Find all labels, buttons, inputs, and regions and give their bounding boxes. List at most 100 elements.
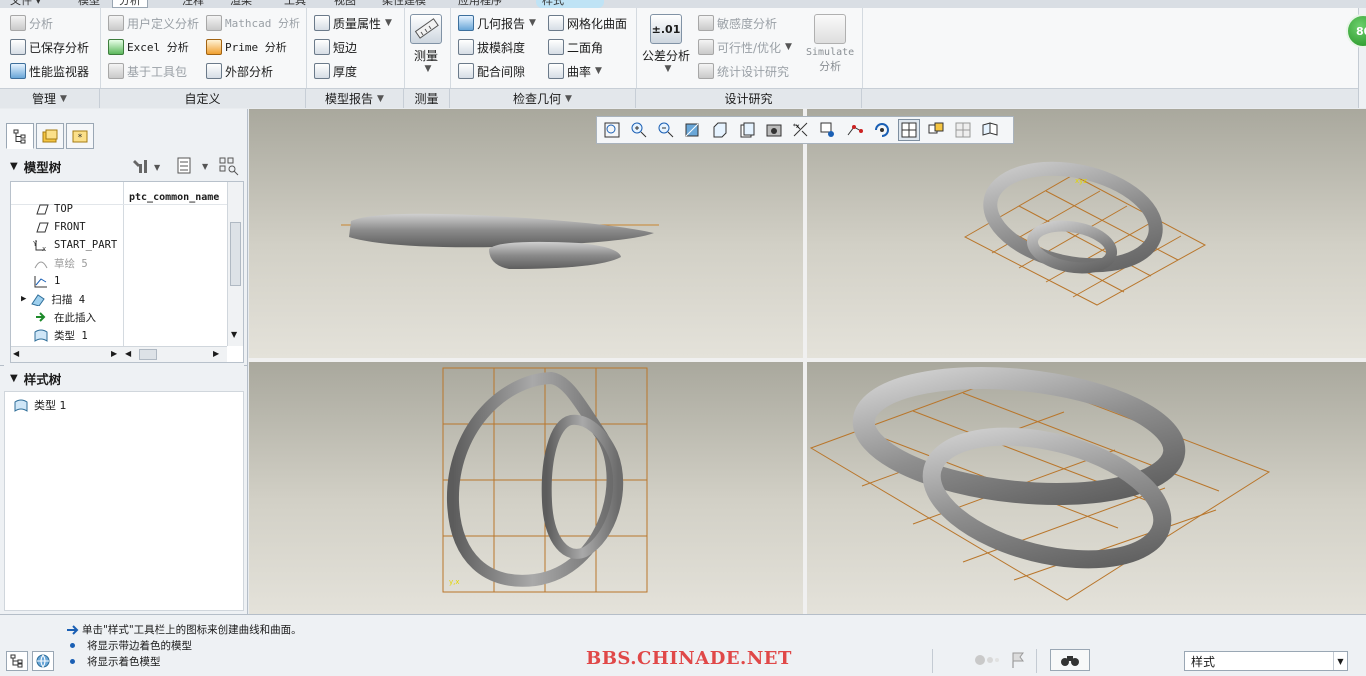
draft-icon <box>458 39 474 55</box>
single-view-icon[interactable] <box>925 119 947 141</box>
external-analysis-button[interactable]: 外部分析 <box>206 60 273 82</box>
tab-file[interactable]: 文件 ▾ <box>4 0 47 8</box>
four-views-icon[interactable] <box>952 119 974 141</box>
scroll-left-icon[interactable]: ◀ <box>125 349 131 358</box>
repaint-icon[interactable] <box>682 119 704 141</box>
statistical-design-button[interactable]: 统计设计研究 <box>698 60 789 82</box>
toggle-navigator-button[interactable] <box>6 651 28 671</box>
style-tree-header[interactable]: ▼ 样式树 <box>4 365 244 391</box>
show-options-icon[interactable]: ▼ <box>176 157 210 178</box>
viewport-isometric-large[interactable] <box>807 362 1366 614</box>
datum-display-icon[interactable]: *x <box>790 119 812 141</box>
thickness-button[interactable]: 厚度 <box>314 60 357 82</box>
group-model-report[interactable]: 模型报告 ▼ <box>306 88 404 108</box>
scroll-thumb[interactable] <box>230 222 241 286</box>
tab-folder-browser[interactable] <box>36 123 64 149</box>
expand-arrow-icon[interactable]: ▶ <box>21 294 26 304</box>
measure-button[interactable]: 测量 ▼ <box>410 14 442 74</box>
external-analysis-icon <box>206 63 222 79</box>
tab-render[interactable]: 渲染 <box>224 0 258 8</box>
saved-analysis-button[interactable]: 已保存分析 <box>10 36 89 58</box>
tab-annotate[interactable]: 注释 <box>176 0 210 8</box>
dihedral-angle-button[interactable]: 二面角 <box>548 36 603 58</box>
saved-orientations-icon[interactable] <box>736 119 758 141</box>
simulate-analysis-button[interactable]: Simulate 分析 <box>806 14 854 74</box>
tab-applications[interactable]: 应用程序 <box>452 0 508 8</box>
tree-item-curve[interactable]: 1 <box>33 272 60 290</box>
group-inspect-geometry[interactable]: 检查几何 ▼ <box>450 88 636 108</box>
mass-properties-button[interactable]: 质量属性 ▼ <box>314 12 392 34</box>
annotation-display-icon[interactable] <box>817 119 839 141</box>
user-defined-analysis-button[interactable]: 用户定义分析 <box>108 12 199 34</box>
tab-tools[interactable]: 工具 <box>278 0 312 8</box>
viewport-front[interactable] <box>249 109 803 358</box>
tab-favorites[interactable]: * <box>66 123 94 149</box>
find-button[interactable] <box>1050 649 1090 671</box>
collapse-triangle-icon[interactable]: ▼ <box>10 161 18 172</box>
tree-horizontal-scrollbar[interactable]: ◀ ▶ ◀ ▶ <box>11 346 227 362</box>
tree-item-front[interactable]: FRONT <box>33 218 86 236</box>
tree-item-style-type[interactable]: 类型 1 <box>33 326 88 344</box>
clearance-button[interactable]: 配合间隙 <box>458 60 525 82</box>
bullet-icon <box>70 643 75 648</box>
prime-analysis-button[interactable]: Prime 分析 <box>206 36 287 58</box>
performance-monitor-button[interactable]: 性能监视器 <box>10 60 89 82</box>
grid-display-icon[interactable] <box>898 119 920 141</box>
excel-analysis-button[interactable]: Excel 分析 <box>108 36 189 58</box>
short-edge-button[interactable]: 短边 <box>314 36 357 58</box>
scroll-thumb[interactable] <box>139 349 157 360</box>
selection-filter-select[interactable]: 样式 ▼ <box>1184 651 1348 671</box>
active-plane-icon[interactable] <box>979 119 1001 141</box>
column-header[interactable]: ptc_common_name <box>129 192 219 203</box>
geometry-report-button[interactable]: 几何报告 ▼ <box>458 12 536 34</box>
settings-tools-icon[interactable]: ▼ <box>132 158 162 177</box>
refit-icon[interactable] <box>601 119 623 141</box>
tab-flexible-modeling[interactable]: 柔性建模 <box>376 0 432 8</box>
tab-analysis[interactable]: 分析 <box>112 0 148 8</box>
display-style-icon[interactable] <box>709 119 731 141</box>
toolkit-analysis-button[interactable]: 基于工具包 <box>108 60 187 82</box>
draft-button[interactable]: 拔模斜度 <box>458 36 525 58</box>
tab-view[interactable]: 视图 <box>328 0 362 8</box>
viewport-top[interactable]: y,x <box>249 362 803 614</box>
model-tree-header[interactable]: ▼ 模型树 ▼ ▼ <box>4 153 244 179</box>
svg-text:xyz: xyz <box>1075 177 1087 185</box>
group-custom: 自定义 <box>100 88 306 108</box>
curvature-button[interactable]: 曲率 ▼ <box>548 60 602 82</box>
style-tree-item[interactable]: 类型 1 <box>13 396 67 414</box>
viewport-splitter-horizontal[interactable] <box>248 358 1366 362</box>
point-display-icon[interactable] <box>844 119 866 141</box>
view-manager-icon[interactable] <box>763 119 785 141</box>
scroll-right-icon[interactable]: ▶ <box>111 349 117 358</box>
tolerance-analysis-button[interactable]: ±.01 公差分析 ▼ <box>642 14 690 74</box>
tree-vertical-scrollbar[interactable]: ▼ <box>227 182 243 346</box>
tree-item-top[interactable]: TOP <box>33 200 73 218</box>
toggle-browser-button[interactable] <box>32 651 54 671</box>
sensitivity-analysis-button[interactable]: 敏感度分析 <box>698 12 777 34</box>
tab-style[interactable]: 样式 <box>536 0 604 8</box>
scroll-right-icon[interactable]: ▶ <box>213 349 219 358</box>
collapse-triangle-icon[interactable]: ▼ <box>10 373 18 384</box>
scroll-down-icon[interactable]: ▼ <box>231 330 237 339</box>
zoom-in-icon[interactable] <box>628 119 650 141</box>
regeneration-status-icon[interactable] <box>974 653 1004 670</box>
flag-icon[interactable] <box>1010 651 1026 672</box>
mesh-surface-button[interactable]: 网格化曲面 <box>548 12 627 34</box>
zoom-out-icon[interactable] <box>655 119 677 141</box>
tab-model-tree[interactable] <box>6 123 34 149</box>
spin-center-icon[interactable] <box>871 119 893 141</box>
tree-filter-icon[interactable] <box>218 156 240 179</box>
analysis-button[interactable]: 分析 <box>10 12 53 34</box>
group-empty <box>862 88 1358 108</box>
scroll-left-icon[interactable]: ◀ <box>13 349 19 358</box>
tab-model[interactable]: 模型 <box>72 0 106 8</box>
chevron-down-icon[interactable]: ▼ <box>1333 652 1347 670</box>
tree-item-sketch[interactable]: 草绘 5 <box>33 254 88 272</box>
viewport-isometric-small[interactable]: xyz <box>807 109 1366 358</box>
tree-item-sweep[interactable]: ▶ 扫描 4 <box>21 290 85 308</box>
tree-item-insert-here[interactable]: 在此插入 <box>33 308 96 326</box>
feasibility-optimization-button[interactable]: 可行性/优化 ▼ <box>698 36 792 58</box>
mathcad-analysis-button[interactable]: Mathcad 分析 <box>206 12 300 34</box>
tree-item-start-part[interactable]: Yx START_PART <box>33 236 117 254</box>
group-manage[interactable]: 管理 ▼ <box>0 88 100 108</box>
